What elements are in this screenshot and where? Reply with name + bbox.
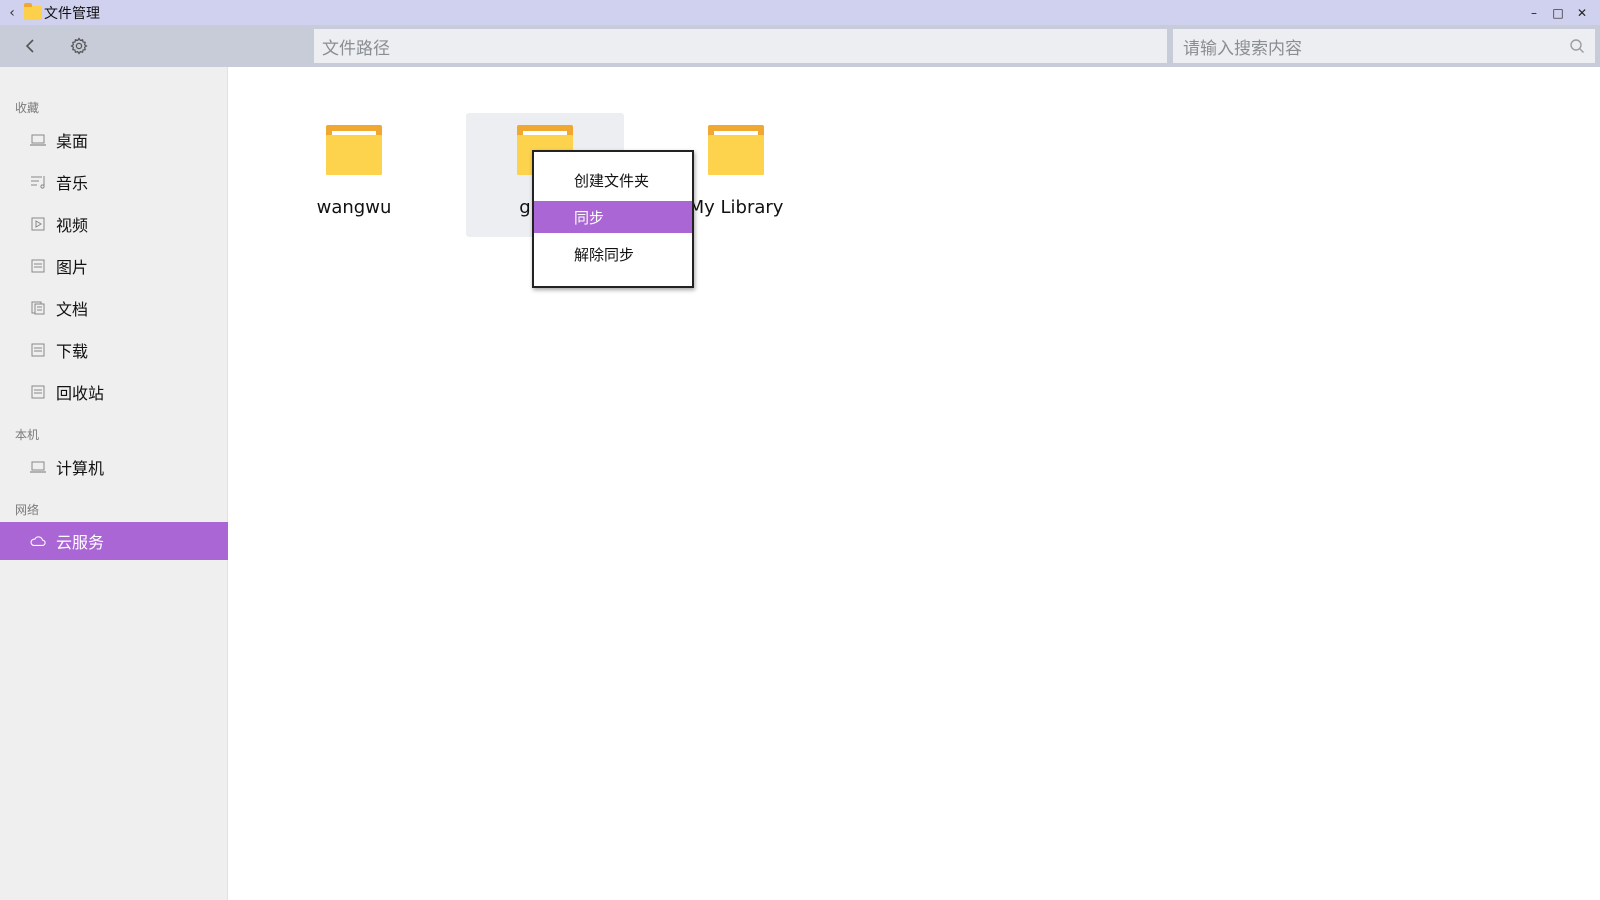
sidebar: 收藏 桌面 音乐 视频 图片 文档 下载 回收站 本机 计算机 网络 云服务 (0, 67, 228, 900)
computer-icon (30, 460, 46, 474)
title-back-icon[interactable]: ‹ (0, 0, 24, 25)
sidebar-item-cloud[interactable]: 云服务 (0, 522, 228, 560)
download-icon (30, 343, 46, 357)
folder-item[interactable]: wangwu (275, 113, 433, 237)
sidebar-item-music[interactable]: 音乐 (0, 163, 228, 201)
back-button[interactable] (8, 25, 52, 67)
menu-item-sync[interactable]: 同步 (534, 201, 692, 233)
section-network: 网络 (15, 503, 40, 517)
path-input[interactable]: 文件路径 (314, 29, 1167, 63)
sidebar-item-label: 文档 (56, 300, 89, 319)
sidebar-item-label: 桌面 (56, 132, 89, 151)
sidebar-item-label: 图片 (56, 258, 89, 277)
sidebar-item-computer[interactable]: 计算机 (0, 448, 228, 486)
sidebar-item-downloads[interactable]: 下载 (0, 331, 228, 369)
context-menu: 创建文件夹 同步 解除同步 (532, 150, 694, 288)
settings-button[interactable] (57, 25, 101, 67)
sidebar-item-trash[interactable]: 回收站 (0, 373, 228, 411)
section-local: 本机 (15, 428, 40, 442)
menu-item-create-folder[interactable]: 创建文件夹 (534, 164, 692, 196)
sidebar-item-video[interactable]: 视频 (0, 205, 228, 243)
sidebar-item-label: 计算机 (56, 459, 105, 478)
folder-name: wangwu (316, 197, 392, 218)
folder-icon (708, 125, 764, 175)
desktop-icon (30, 133, 46, 147)
chevron-left-icon (25, 39, 34, 53)
menu-item-unsync[interactable]: 解除同步 (534, 238, 692, 270)
sidebar-item-label: 回收站 (56, 384, 105, 403)
maximize-button[interactable]: □ (1546, 0, 1570, 25)
sidebar-item-label: 视频 (56, 216, 89, 235)
section-favorites: 收藏 (15, 101, 40, 115)
sidebar-item-documents[interactable]: 文档 (0, 289, 228, 327)
folder-icon (326, 125, 382, 175)
folder-name: My Library (688, 197, 784, 218)
file-view[interactable]: wangwu g My Library (229, 67, 1600, 900)
search-input[interactable]: 请输入搜索内容 (1173, 29, 1595, 63)
sidebar-item-label: 下载 (56, 342, 89, 361)
trash-icon (30, 385, 46, 399)
gear-icon (70, 37, 88, 55)
sidebar-item-images[interactable]: 图片 (0, 247, 228, 285)
sidebar-item-label: 音乐 (56, 174, 89, 193)
document-icon (30, 301, 46, 315)
sidebar-item-desktop[interactable]: 桌面 (0, 121, 228, 159)
toolbar: 文件路径 请输入搜索内容 (0, 25, 1600, 67)
sidebar-item-label: 云服务 (56, 533, 105, 552)
title-bar: ‹ 文件管理 – □ ✕ (0, 0, 1600, 25)
search-placeholder: 请输入搜索内容 (1183, 38, 1302, 59)
video-icon (30, 217, 46, 231)
close-button[interactable]: ✕ (1570, 0, 1594, 25)
window-title: 文件管理 (44, 5, 100, 22)
cloud-icon (30, 534, 46, 548)
minimize-button[interactable]: – (1522, 0, 1546, 25)
window-controls: – □ ✕ (1522, 0, 1594, 25)
image-icon (30, 259, 46, 273)
search-icon[interactable] (1569, 38, 1585, 54)
app-folder-icon (24, 2, 42, 20)
music-icon (30, 175, 46, 189)
folder-name: g (519, 197, 531, 218)
